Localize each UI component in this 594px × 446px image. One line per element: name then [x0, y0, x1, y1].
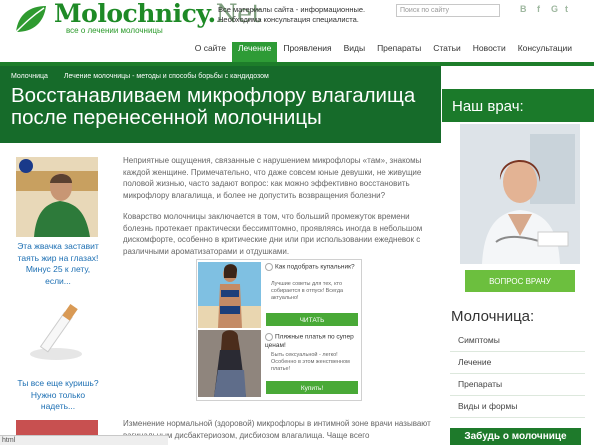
breadcrumb: Молочница Лечение молочницы - методы и с…: [11, 73, 283, 80]
menu-item-drugs[interactable]: Препараты: [450, 374, 585, 396]
ad-link-gum[interactable]: Эта жвачка заставит таять жир на глазах!…: [14, 241, 102, 287]
breadcrumb-link[interactable]: Молочница: [11, 73, 48, 80]
menu-item-symptoms[interactable]: Симптомы: [450, 330, 585, 352]
search-input[interactable]: Поиск по сайту: [396, 4, 500, 17]
ad-image-man[interactable]: [16, 157, 98, 237]
thrush-menu: Симптомы Лечение Препараты Виды и формы: [450, 330, 585, 418]
ad-image-swimsuit[interactable]: [198, 262, 261, 328]
ad-image-cigarette[interactable]: [24, 294, 94, 364]
article-paragraph: Неприятные ощущения, связанные с нарушен…: [123, 156, 422, 200]
site-tagline: Все материалы сайта - информационные. Не…: [218, 5, 366, 24]
info-icon: [265, 333, 273, 341]
site-logo[interactable]: Molochnicy.Net все о лечении молочницы: [14, 0, 261, 36]
ad-read-button[interactable]: ЧИТАТЬ: [266, 313, 358, 326]
vk-icon[interactable]: В: [520, 4, 527, 14]
ad-link-smoking[interactable]: Ты все еще куришь? Нужно только надеть..…: [14, 378, 102, 413]
doctor-title: Наш врач:: [452, 98, 524, 115]
ad-headline-dress[interactable]: Пляжные платья по супер ценам!: [265, 333, 355, 350]
ask-doctor-button[interactable]: ВОПРОС ВРАЧУ: [465, 270, 575, 292]
logo-subtitle: все о лечении молочницы: [66, 26, 163, 35]
browser-status-bar: html: [0, 435, 168, 445]
page-title: Восстанавливаем микрофлору влагалища пос…: [11, 84, 416, 129]
forget-thrush-banner[interactable]: Забудь о молочнице: [450, 428, 581, 445]
ad-headline-swimsuit[interactable]: Как подобрать купальник?: [265, 263, 355, 272]
article-paragraph: Изменение нормальной (здоровой) микрофло…: [123, 419, 431, 440]
facebook-icon[interactable]: f: [537, 4, 540, 14]
breadcrumb-link[interactable]: Лечение молочницы - методы и способы бор…: [64, 73, 269, 80]
ad-buy-button[interactable]: Купить!: [266, 381, 358, 394]
article-paragraph: Коварство молочницы заключается в том, ч…: [123, 212, 423, 256]
info-icon: [265, 263, 273, 271]
leaf-icon: [15, 6, 46, 33]
ad-desc-swimsuit: Лучшие советы для тех, кто собирается в …: [271, 281, 344, 301]
thrush-section-title: Молочница:: [451, 308, 535, 325]
google-icon[interactable]: G: [551, 4, 558, 14]
twitter-icon[interactable]: t: [565, 4, 568, 14]
menu-item-treatment[interactable]: Лечение: [450, 352, 585, 374]
menu-item-types[interactable]: Виды и формы: [450, 396, 585, 418]
ad-desc-dress: Быть сексуальной - легко! Особенно в это…: [271, 352, 350, 372]
ad-image-dress[interactable]: [198, 330, 261, 397]
doctor-photo: [460, 124, 580, 264]
